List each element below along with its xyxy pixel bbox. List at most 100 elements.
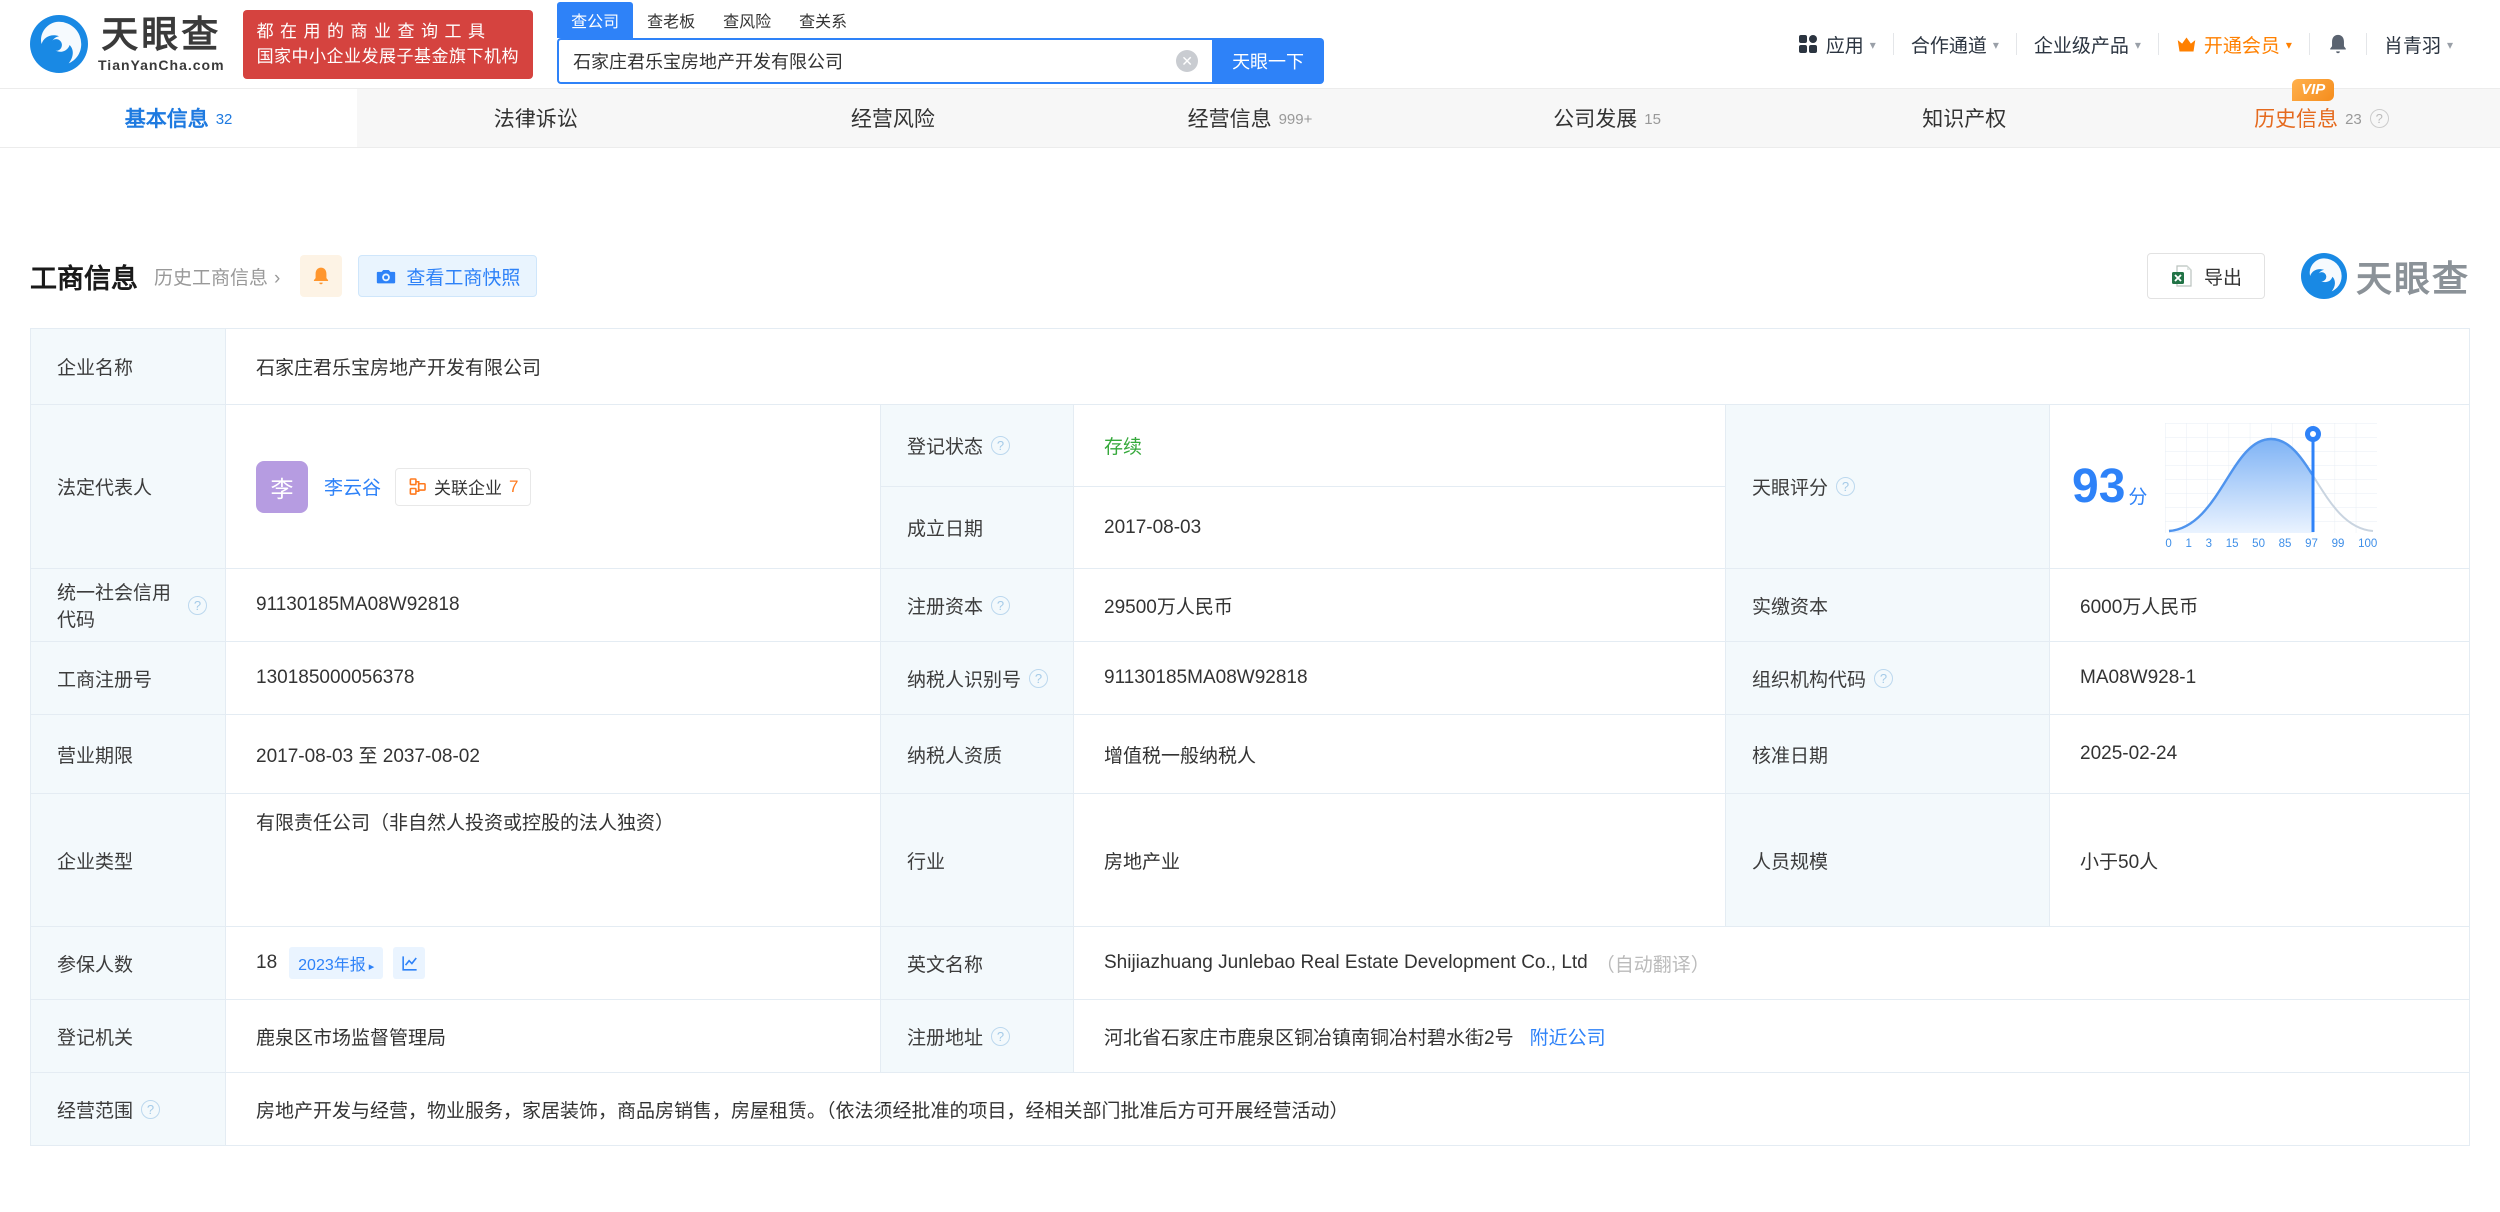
label-text: 统一社会信用代码 <box>57 583 172 631</box>
field-value-insured-count: 18 2023年报 <box>226 927 881 1000</box>
search-tab-company[interactable]: 查公司 <box>557 2 634 38</box>
label-text: 登记状态 <box>907 437 984 458</box>
snapshot-button[interactable]: 查看工商快照 <box>358 255 538 297</box>
search-input[interactable] <box>557 38 1213 84</box>
tab-legal[interactable]: 法律诉讼 <box>357 89 714 147</box>
field-label-reg-capital: 注册资本 <box>881 569 1074 642</box>
tab-label: 知识产权 <box>1922 108 2007 131</box>
legal-rep-name-link[interactable]: 李云谷 <box>324 473 381 500</box>
field-label-reg-status: 登记状态 <box>881 405 1074 487</box>
field-label-business-scope: 经营范围 <box>31 1073 226 1146</box>
search-button[interactable]: 天眼一下 <box>1212 38 1325 84</box>
search-tab-risk[interactable]: 查风险 <box>709 2 785 38</box>
clear-icon[interactable] <box>1176 50 1199 72</box>
search-tab-boss[interactable]: 查老板 <box>633 2 709 38</box>
help-icon[interactable] <box>2369 108 2389 128</box>
user-menu[interactable]: 肖青羽 <box>2367 31 2470 58</box>
field-value-approve-date: 2025-02-24 <box>2050 715 2470 794</box>
field-label-industry: 行业 <box>881 794 1074 927</box>
field-value-reg-address: 河北省石家庄市鹿泉区铜冶镇南铜冶村碧水街2号 附近公司 <box>1074 1000 2470 1073</box>
tianyancha-watermark: 天眼查 <box>2300 250 2470 302</box>
tab-count: 999+ <box>1278 111 1313 128</box>
english-name-text: Shijiazhuang Junlebao Real Estate Develo… <box>1104 952 1588 973</box>
vip-badge[interactable]: VIP <box>2292 79 2335 101</box>
field-value-establish-date: 2017-08-03 <box>1074 487 1726 569</box>
auto-translate-note: （自动翻译） <box>1595 954 1710 976</box>
nav-enterprise[interactable]: 企业级产品 <box>2017 31 2158 58</box>
tab-count: 23 <box>2345 111 2362 128</box>
tab-basic-info[interactable]: 基本信息 32 <box>0 89 358 147</box>
watermark-text: 天眼查 <box>2355 258 2470 299</box>
address-text: 河北省石家庄市鹿泉区铜冶镇南铜冶村碧水街2号 <box>1104 1027 1514 1049</box>
logo-text: 天眼查 TianYanCha.com <box>98 16 225 73</box>
nav-vip[interactable]: 开通会员 <box>2159 31 2309 58</box>
tab-label: 基本信息 <box>124 108 209 131</box>
help-icon[interactable] <box>1029 668 1049 688</box>
field-label-credit-code: 统一社会信用代码 <box>31 569 226 642</box>
help-icon[interactable] <box>991 1026 1011 1046</box>
notification-bell[interactable] <box>2310 33 2366 55</box>
tianyancha-swirl-icon <box>2300 253 2347 299</box>
tab-label: 经营风险 <box>850 108 935 131</box>
help-icon[interactable] <box>991 436 1011 455</box>
apps-grid-icon <box>1798 34 1818 54</box>
nav-partner[interactable]: 合作通道 <box>1894 31 2016 58</box>
field-label-org-code: 组织机构代码 <box>1726 642 2050 715</box>
line-chart-icon <box>400 954 419 973</box>
field-label-company-name: 企业名称 <box>31 329 226 405</box>
insured-number: 18 <box>256 952 278 973</box>
help-icon[interactable] <box>188 595 207 615</box>
nav-vip-label: 开通会员 <box>2203 35 2280 57</box>
help-icon[interactable] <box>1874 668 1894 688</box>
related-companies-badge[interactable]: 关联企业 7 <box>395 467 532 506</box>
annual-report-badge[interactable]: 2023年报 <box>289 947 384 979</box>
search-tab-relation[interactable]: 查关系 <box>785 2 861 38</box>
tab-history-info[interactable]: VIP 历史信息 23 <box>2143 79 2500 147</box>
trend-chart-button[interactable] <box>393 947 426 979</box>
field-label-paid-capital: 实缴资本 <box>1726 569 2050 642</box>
export-label: 导出 <box>2203 267 2242 289</box>
legal-rep-avatar[interactable]: 李 <box>256 460 308 513</box>
tab-company-development[interactable]: 公司发展 15 <box>1429 89 1786 147</box>
help-icon[interactable] <box>1836 477 1856 496</box>
tab-count: 15 <box>1644 111 1661 128</box>
tab-operating-risk[interactable]: 经营风险 <box>714 89 1071 147</box>
field-value-credit-code: 91130185MA08W92818 <box>226 569 881 642</box>
bell-icon <box>2327 33 2349 55</box>
field-value-reg-status: 存续 <box>1074 405 1726 487</box>
nav-apps-label: 应用 <box>1825 35 1864 57</box>
related-companies-label: 关联企业 <box>434 479 503 498</box>
tianyancha-logo[interactable]: 天眼查 TianYanCha.com <box>30 15 225 73</box>
export-button[interactable]: 导出 <box>2146 253 2265 299</box>
label-text: 注册地址 <box>907 1027 984 1049</box>
related-companies-count: 7 <box>509 476 519 496</box>
nav-apps[interactable]: 应用 <box>1781 31 1893 58</box>
nearby-companies-link[interactable]: 附近公司 <box>1530 1023 1606 1050</box>
monitor-bell-button[interactable] <box>300 255 343 297</box>
search-area: 查公司 查老板 查风险 查关系 天眼一下 <box>557 2 1325 84</box>
top-header: 天眼查 TianYanCha.com 都在用的商业查询工具 国家中小企业发展子基… <box>0 0 2500 88</box>
field-label-legal-rep: 法定代表人 <box>31 405 226 569</box>
help-icon[interactable] <box>141 1099 161 1119</box>
field-value-english-name: Shijiazhuang Junlebao Real Estate Develo… <box>1074 927 2470 1000</box>
tab-operating-info[interactable]: 经营信息 999+ <box>1071 89 1428 147</box>
section-header: 工商信息 历史工商信息 查看工商快照 <box>30 252 2470 300</box>
page: 天眼查 TianYanCha.com 都在用的商业查询工具 国家中小企业发展子基… <box>0 0 2500 1212</box>
help-icon[interactable] <box>991 595 1011 615</box>
field-value-reg-capital: 29500万人民币 <box>1074 569 1726 642</box>
history-business-info-link[interactable]: 历史工商信息 <box>154 263 280 290</box>
tab-intellectual-property[interactable]: 知识产权 <box>1786 89 2143 147</box>
field-label-taxpayer-id: 纳税人识别号 <box>881 642 1074 715</box>
field-label-reg-authority: 登记机关 <box>31 1000 226 1073</box>
slogan-line1: 都在用的商业查询工具 <box>256 21 492 41</box>
brand-slogan-banner: 都在用的商业查询工具 国家中小企业发展子基金旗下机构 <box>242 9 534 79</box>
field-label-taxpayer-quality: 纳税人资质 <box>881 715 1074 794</box>
logo-domain: TianYanCha.com <box>98 56 225 73</box>
tab-count: 32 <box>215 111 233 128</box>
field-value-industry: 房地产业 <box>1074 794 1726 927</box>
field-label-reg-address: 注册地址 <box>881 1000 1074 1073</box>
field-label-establish-date: 成立日期 <box>881 487 1074 569</box>
username: 肖青羽 <box>2383 35 2441 57</box>
field-label-business-term: 营业期限 <box>31 715 226 794</box>
label-text: 纳税人识别号 <box>907 669 1022 691</box>
